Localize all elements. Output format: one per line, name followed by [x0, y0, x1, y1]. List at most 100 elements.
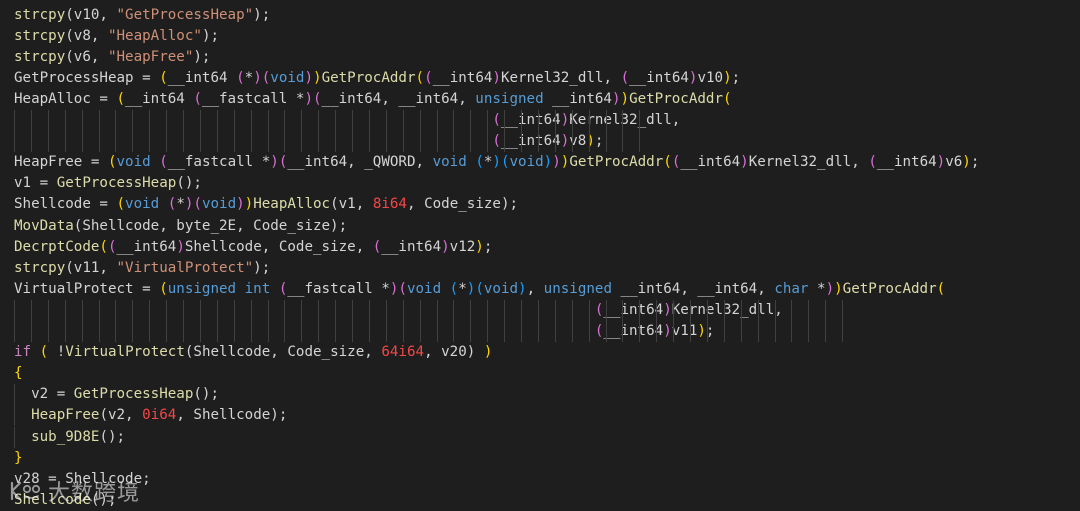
indent-guide — [216, 321, 218, 343]
indent-guide — [571, 321, 573, 343]
code-token: ( — [159, 154, 168, 171]
indent-guide — [301, 131, 303, 153]
code-token: ( — [620, 69, 630, 86]
indent-guide — [690, 321, 691, 343]
code-token: unsigned — [475, 90, 544, 107]
code-token: ( — [868, 154, 877, 171]
indent-guide — [757, 321, 759, 343]
code-token: 8i64 — [372, 196, 407, 213]
code-token: ) — [483, 344, 493, 361]
indent-guide — [537, 321, 539, 343]
code-token: ( — [415, 69, 425, 86]
indent-guide — [605, 131, 607, 153]
indent-guide — [199, 110, 201, 132]
code-token: ) — [825, 280, 835, 297]
indent-guide — [132, 299, 134, 321]
indent-guide — [740, 321, 742, 343]
code-token: "HeapAlloc" — [107, 27, 202, 44]
code-token: ) — [560, 112, 570, 128]
code-editor[interactable]: strcpy(v10, "GetProcessHeap"); strcpy(v8,… — [0, 0, 1080, 511]
code-token: __int64 — [680, 154, 741, 171]
indent-guide — [233, 110, 235, 132]
indent-guide — [301, 110, 303, 132]
indent-guide — [453, 110, 455, 132]
code-token: (); — [99, 428, 126, 445]
indent-guide — [385, 110, 387, 132]
indent-guide — [588, 131, 590, 153]
indent-guide — [301, 321, 303, 343]
indent-guide — [419, 131, 421, 153]
indent-guide — [233, 321, 235, 343]
indent-guide — [81, 110, 83, 132]
code-token: HeapAlloc = — [14, 90, 117, 107]
indent-guide — [622, 321, 624, 343]
code-token: ) — [441, 238, 450, 255]
code-token: void — [270, 69, 305, 86]
indent-guide — [216, 131, 218, 153]
indent-guide — [639, 110, 641, 132]
indent-guide — [639, 131, 641, 153]
code-token: unsigned — [543, 280, 613, 297]
code-token: (v1, — [330, 196, 373, 213]
indent-guide — [774, 321, 776, 343]
code-token: ( — [663, 154, 672, 171]
indent-guide — [318, 131, 320, 153]
code-token: (v8, — [65, 27, 108, 44]
code-token: ) — [492, 69, 501, 86]
indent-guide — [318, 299, 320, 321]
code-token: ( — [398, 280, 407, 297]
code-token: Shellcode = — [14, 196, 117, 213]
code-token: v6 — [945, 154, 963, 171]
indent-guide — [368, 110, 370, 132]
code-token: ) — [663, 301, 672, 318]
code-token: ) — [313, 69, 322, 86]
indent-guide — [436, 110, 438, 132]
code-line: HeapFree(v2, 0i64, Shellcode); — [14, 405, 287, 426]
indent-guide — [233, 131, 235, 153]
code-token: __fastcall * — [167, 154, 271, 171]
indent-guide — [149, 321, 151, 343]
code-token: DecrptCode — [14, 238, 100, 255]
indent-guide — [284, 110, 286, 132]
indent-guide — [723, 321, 725, 343]
code-line: (__int64)v11); — [14, 321, 715, 342]
code-token: ) — [697, 323, 706, 339]
code-token: void — [406, 280, 450, 297]
code-token: { — [14, 365, 23, 382]
code-token: strcpy — [14, 259, 66, 276]
indent-guide — [436, 321, 438, 343]
indent-guide — [250, 299, 252, 321]
code-token: __int64 — [603, 323, 664, 339]
indent-guide — [521, 299, 522, 321]
indent-guide — [47, 110, 49, 132]
code-token: Shellcode — [14, 491, 91, 508]
indent-guide — [402, 131, 404, 153]
code-line: sub_9D8E(); — [14, 427, 125, 448]
indent-guide — [470, 110, 472, 132]
code-line: } — [14, 448, 23, 469]
code-token: GetProcAddr — [569, 154, 664, 171]
code-line: { — [14, 363, 23, 384]
indent-guide — [402, 321, 404, 343]
code-token: __int64, _QWORD, — [287, 154, 433, 171]
code-token: __int64, __int64, — [321, 90, 476, 107]
indent-guide — [183, 131, 184, 153]
indent-guide — [166, 321, 168, 343]
code-token: ) — [620, 90, 630, 107]
code-token: void — [509, 154, 544, 171]
indent-guide — [166, 110, 168, 132]
code-line: strcpy(v6, "HeapFree"); — [14, 47, 210, 68]
code-token: "HeapFree" — [107, 48, 194, 65]
indent-guide — [554, 131, 556, 153]
code-line: strcpy(v11, "VirtualProtect"); — [14, 258, 270, 279]
indent-guide — [554, 110, 556, 132]
indent-guide — [301, 299, 303, 321]
indent-guide — [521, 110, 522, 132]
code-token: ; — [483, 238, 493, 255]
indent-guide — [368, 321, 370, 343]
code-token: * — [244, 69, 254, 86]
indent-guide — [385, 321, 387, 343]
indent-guide — [402, 110, 404, 132]
